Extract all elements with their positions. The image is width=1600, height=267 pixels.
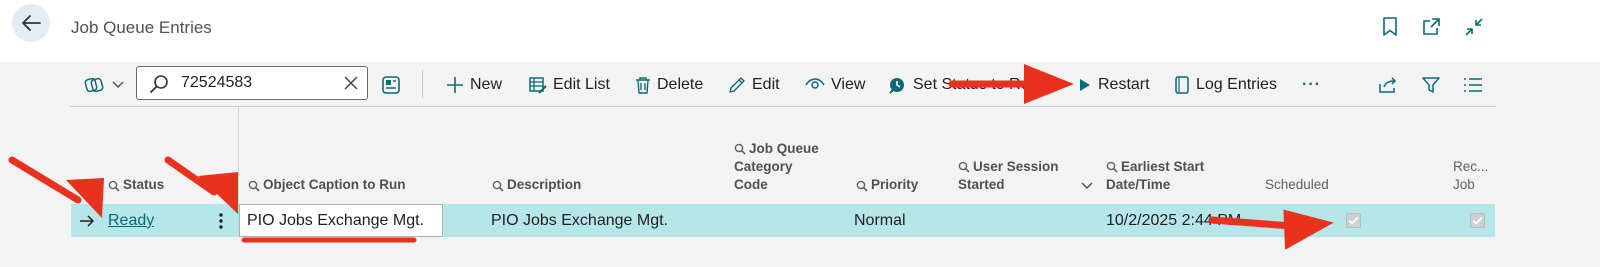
vertical-ellipsis-icon (219, 212, 223, 229)
toolbar-divider (422, 70, 423, 98)
description-cell[interactable]: PIO Jobs Exchange Mgt. (491, 204, 668, 237)
column-header-line: Rec... (1453, 159, 1489, 174)
view-button[interactable]: View (805, 72, 865, 98)
eye-icon (805, 78, 825, 89)
plus-icon (447, 77, 463, 93)
edit-button[interactable]: Edit (728, 72, 780, 98)
column-header-scheduled[interactable]: Scheduled (1265, 176, 1329, 194)
earliest-start-cell[interactable]: 10/2/2025 2:44 PM (1106, 204, 1246, 237)
edit-label: Edit (752, 76, 780, 93)
search-icon (856, 180, 868, 192)
column-header-category-code[interactable]: Job Queue Category Code (734, 140, 819, 194)
chevron-down-icon (112, 81, 124, 89)
table-view-icon (382, 76, 400, 94)
scheduled-checkbox[interactable] (1346, 213, 1361, 228)
toolbar-divider-line (70, 106, 1496, 107)
column-header-priority[interactable]: Priority (856, 176, 918, 194)
column-header-status[interactable]: Status (108, 176, 164, 194)
restart-label: Restart (1098, 76, 1150, 93)
row-indicator-arrow-icon (79, 204, 95, 237)
open-new-window-icon (1423, 18, 1440, 35)
list-icon (1464, 78, 1482, 92)
checkmark-icon (1348, 216, 1359, 225)
search-icon (150, 75, 168, 93)
object-caption-cell[interactable]: PIO Jobs Exchange Mgt. (247, 204, 424, 237)
filter-pane-icon (84, 77, 104, 93)
bookmark-button[interactable] (1379, 16, 1401, 38)
search-icon (248, 180, 260, 192)
column-header-line: Job (1453, 177, 1475, 192)
search-icon (1106, 161, 1118, 173)
new-label: New (470, 76, 503, 93)
collapse-icon (1465, 18, 1483, 36)
set-status-icon (889, 78, 904, 94)
back-button[interactable] (12, 4, 50, 42)
filter-button[interactable] (1422, 72, 1446, 98)
trash-icon (636, 77, 650, 94)
search-box[interactable] (136, 66, 368, 100)
status-cell[interactable]: Ready (108, 204, 154, 237)
column-header-recurring-job[interactable]: Rec... Job (1453, 158, 1488, 194)
column-header-earliest-start[interactable]: Earliest Start Date/Time (1106, 158, 1204, 194)
log-entries-label: Log Entries (1196, 76, 1277, 93)
edit-list-label: Edit List (553, 76, 610, 93)
back-arrow-icon (22, 15, 41, 31)
delete-button[interactable]: Delete (635, 72, 703, 98)
more-label: ··· (1302, 76, 1321, 93)
search-icon (958, 161, 970, 173)
bookmark-icon (1383, 17, 1397, 36)
clear-search-icon[interactable] (343, 75, 359, 91)
more-actions-button[interactable]: ··· (1302, 72, 1321, 98)
column-header-line: Date/Time (1106, 177, 1171, 192)
column-header-line: Started (958, 177, 1005, 192)
page-header: Job Queue Entries (0, 0, 1600, 62)
page-title: Job Queue Entries (71, 18, 212, 37)
play-icon (1080, 79, 1090, 91)
restart-button[interactable]: Restart (1078, 72, 1150, 98)
log-entries-button[interactable]: Log Entries (1174, 72, 1277, 98)
column-header-line: Category (734, 159, 793, 174)
status-link[interactable]: Ready (108, 212, 154, 230)
action-bar: New Edit List Delete Edit View (70, 64, 1496, 106)
pencil-icon (729, 77, 745, 93)
column-header-user-session[interactable]: User Session Started (958, 158, 1059, 194)
edit-list-icon (529, 77, 547, 94)
column-header-line: Code (734, 177, 768, 192)
set-status-button[interactable]: Set Status to Re (887, 72, 1030, 98)
recurring-job-checkbox[interactable] (1470, 213, 1485, 228)
delete-label: Delete (657, 76, 704, 93)
view-label: View (831, 76, 866, 93)
checkmark-icon (1472, 216, 1483, 225)
search-input[interactable] (181, 71, 331, 95)
table-row[interactable]: Ready PIO Jobs Exchange Mgt. PIO Jobs Ex… (71, 204, 1495, 237)
row-menu-button[interactable] (211, 204, 231, 237)
search-icon (108, 180, 120, 192)
edit-list-button[interactable]: Edit List (529, 72, 610, 98)
sort-descending-icon[interactable] (1081, 182, 1093, 190)
filter-pane-toggle[interactable] (84, 72, 130, 98)
column-header-description[interactable]: Description (492, 176, 581, 194)
frozen-column-separator (238, 107, 239, 205)
open-new-window-button[interactable] (1420, 16, 1442, 38)
search-icon (734, 143, 746, 155)
share-icon (1379, 77, 1397, 93)
new-button[interactable]: New (446, 72, 502, 98)
list-view-button[interactable] (1463, 72, 1489, 98)
search-icon (492, 180, 504, 192)
set-status-label: Set Status to Re (913, 76, 1030, 93)
share-button[interactable] (1378, 72, 1404, 98)
collapse-button[interactable] (1463, 16, 1485, 38)
log-entries-icon (1175, 76, 1189, 94)
filter-icon (1422, 77, 1440, 93)
priority-cell[interactable]: Normal (854, 204, 906, 237)
column-header-object-caption[interactable]: Object Caption to Run (248, 176, 406, 194)
table-view-button[interactable] (381, 72, 407, 98)
